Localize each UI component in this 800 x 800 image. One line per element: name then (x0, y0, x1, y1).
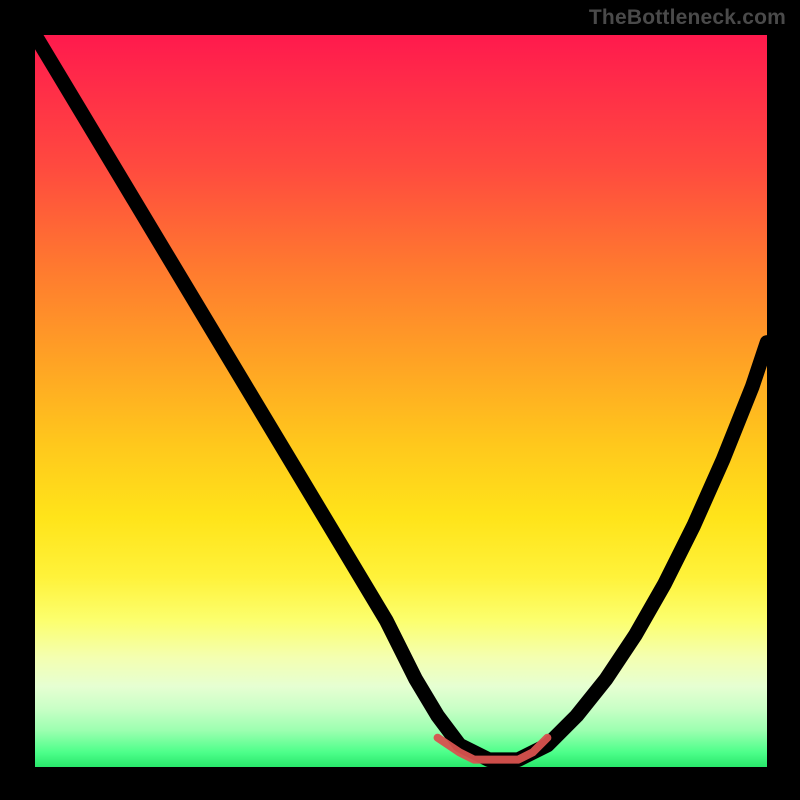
plot-area (34, 34, 766, 766)
watermark-text: TheBottleneck.com (589, 6, 786, 30)
curve-svg (35, 35, 767, 767)
plot-inner (34, 34, 768, 768)
bottleneck-curve (35, 35, 767, 760)
chart-frame: TheBottleneck.com (0, 0, 800, 800)
